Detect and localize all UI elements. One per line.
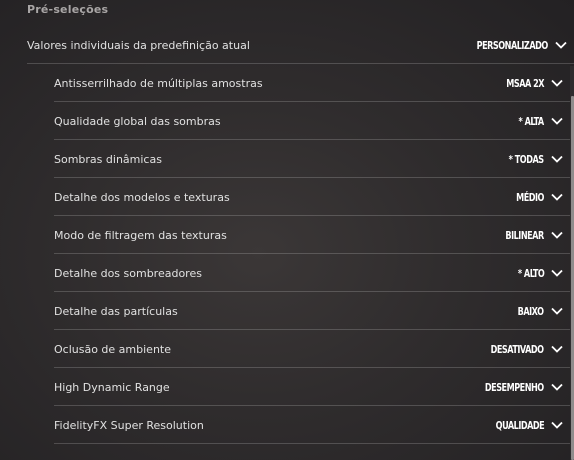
setting-value[interactable]: * TODAS [509,153,544,166]
setting-row[interactable]: Detalhe dos sombreadores * ALTO [54,255,570,292]
setting-value[interactable]: BAIXO [518,305,544,318]
chevron-down-icon[interactable] [550,380,564,394]
setting-label: FidelityFX Super Resolution [54,418,204,432]
setting-value[interactable]: QUALIDADE [495,419,544,432]
setting-row[interactable]: Detalhe dos modelos e texturas MÉDIO [54,179,570,216]
setting-value[interactable]: MSAA 2X [506,77,544,90]
chevron-down-icon[interactable] [550,342,564,356]
setting-label: Detalhe das partículas [54,304,178,318]
setting-row[interactable]: FidelityFX Super Resolution QUALIDADE [54,407,570,444]
setting-value[interactable]: DESATIVADO [491,343,544,356]
setting-row[interactable]: Antisserrilhado de múltiplas amostras MSA… [54,65,570,102]
chevron-down-icon[interactable] [550,228,564,242]
setting-label: High Dynamic Range [54,380,170,394]
setting-label: Qualidade global das sombras [54,114,221,128]
setting-row[interactable]: Sombras dinâmicas * TODAS [54,141,570,178]
setting-label: Detalhe dos sombreadores [54,266,202,280]
setting-value[interactable]: MÉDIO [516,191,544,204]
preset-value[interactable]: PERSONALIZADO [477,39,549,52]
setting-value[interactable]: * ALTA [519,115,545,128]
chevron-down-icon[interactable] [550,114,564,128]
setting-row[interactable]: Oclusão de ambiente DESATIVADO [54,331,570,368]
setting-value[interactable]: * ALTO [517,267,544,280]
chevron-down-icon[interactable] [550,266,564,280]
setting-label: Detalhe dos modelos e texturas [54,190,230,204]
preset-label: Valores individuais da predefinição atua… [27,38,250,52]
section-title-presets: Pré-seleções [27,3,109,16]
setting-value[interactable]: DESEMPENHO [485,381,544,394]
setting-row[interactable]: High Dynamic Range DESEMPENHO [54,369,570,406]
setting-row[interactable]: Qualidade global das sombras * ALTA [54,103,570,140]
chevron-down-icon[interactable] [554,38,568,52]
setting-label: Oclusão de ambiente [54,342,171,356]
chevron-down-icon[interactable] [550,76,564,90]
chevron-down-icon[interactable] [550,190,564,204]
setting-label: Sombras dinâmicas [54,152,162,166]
chevron-down-icon[interactable] [550,418,564,432]
preset-dropdown-row[interactable]: Valores individuais da predefinição atua… [27,27,574,64]
setting-row[interactable]: Detalhe das partículas BAIXO [54,293,570,330]
setting-label: Antisserrilhado de múltiplas amostras [54,76,263,90]
setting-label: Modo de filtragem das texturas [54,228,227,242]
setting-value[interactable]: BILINEAR [506,229,545,242]
chevron-down-icon[interactable] [550,304,564,318]
setting-row[interactable]: Modo de filtragem das texturas BILINEAR [54,217,570,254]
chevron-down-icon[interactable] [550,152,564,166]
